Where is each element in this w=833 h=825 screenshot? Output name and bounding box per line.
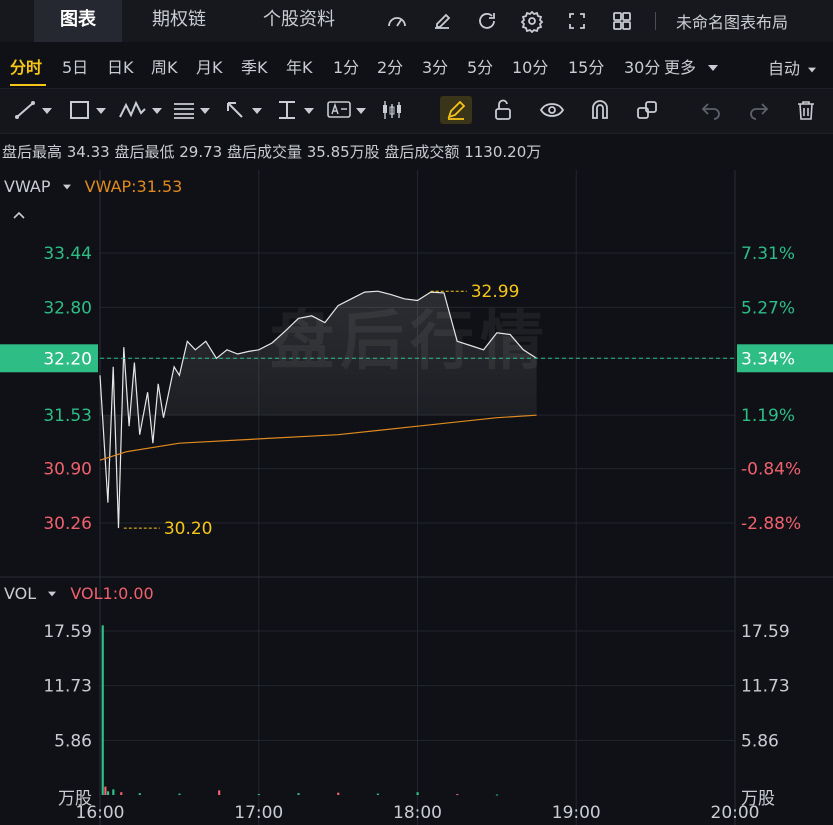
volume-tick-label-right: 11.73 (741, 677, 790, 697)
magnet-icon[interactable] (589, 96, 611, 124)
chart-app: 图表 期权链 个股资料 未命名图表布局 分时 5日 日K 周K 月K 季K 年K… (0, 0, 833, 825)
price-chart[interactable]: 32.99 30.20 33.44 32.80 32.20 31.53 30.90 30.26… (0, 170, 833, 825)
unlock-icon[interactable] (492, 96, 514, 124)
volume-indicator-name[interactable]: VOL (4, 584, 36, 603)
volume-bar (416, 792, 419, 795)
layout-selector[interactable]: 未命名图表布局 (676, 9, 788, 33)
period-day[interactable]: 日K (107, 54, 134, 78)
tab-option-chain[interactable]: 期权链 (134, 0, 224, 42)
measure-tool[interactable] (276, 96, 318, 124)
main-legend[interactable]: VWAP VWAP:31.53 (4, 177, 182, 196)
tab-chart[interactable]: 图表 (34, 0, 122, 42)
volume-bar (178, 793, 181, 795)
grid-layout-icon[interactable] (610, 9, 634, 33)
edit-icon[interactable] (430, 9, 454, 33)
gauge-icon[interactable] (385, 9, 409, 33)
time-tick-label: 19:00 (552, 803, 601, 823)
low-marker-label: 30.20 (164, 519, 213, 539)
volume-bar (120, 792, 123, 795)
volume-bar (297, 793, 300, 795)
period-year[interactable]: 年K (286, 54, 313, 78)
vwap-line (99, 414, 537, 461)
fibonacci-tool[interactable] (172, 96, 214, 124)
price-tick-label: 30.90 (43, 460, 92, 480)
period-5d[interactable]: 5日 (62, 54, 88, 78)
main-indicator-name[interactable]: VWAP (4, 177, 50, 196)
trendline-tool[interactable] (14, 96, 56, 124)
arrow-tool[interactable] (224, 96, 266, 124)
pattern-tool[interactable] (118, 96, 166, 124)
volume-bar (106, 791, 110, 795)
chart-grid (0, 170, 833, 825)
period-15min[interactable]: 15分 (568, 54, 604, 78)
pct-tick-label: 1.19% (741, 406, 795, 426)
layers-icon[interactable] (636, 96, 658, 124)
volume-bar (218, 790, 221, 795)
redo-icon[interactable] (748, 96, 770, 124)
period-3min[interactable]: 3分 (422, 54, 448, 78)
volume-bar (104, 786, 107, 795)
pct-tick-label: -0.84% (741, 460, 801, 480)
volume-tick-label-right: 17.59 (741, 622, 790, 642)
price-tick-label: 30.26 (43, 514, 92, 534)
fullscreen-icon[interactable] (565, 9, 589, 33)
pct-tick-label: 7.31% (741, 244, 795, 264)
layout-separator (655, 12, 656, 30)
after-hours-stats: 盘后最高 34.33 盘后最低 29.73 盘后成交量 35.85万股 盘后成交… (2, 143, 542, 161)
volume-bar (456, 794, 459, 796)
time-tick-label: 20:00 (711, 803, 760, 823)
text-tool[interactable] (326, 96, 370, 124)
volume-bar (337, 792, 340, 795)
period-quarter[interactable]: 季K (241, 54, 268, 78)
volume-bar (495, 794, 499, 796)
period-1min[interactable]: 1分 (333, 54, 359, 78)
price-tick-label: 31.53 (43, 406, 92, 426)
refresh-icon[interactable] (475, 9, 499, 33)
trash-icon[interactable] (795, 96, 817, 124)
active-period-underline (10, 84, 46, 86)
volume-bar (376, 793, 380, 795)
period-month[interactable]: 月K (196, 54, 223, 78)
pct-tick-label: 5.27% (741, 298, 795, 318)
volume-tick-label-right: 5.86 (741, 731, 779, 751)
volume-bar (257, 794, 260, 796)
volume-bar (101, 625, 104, 795)
price-tick-label: 32.20 (43, 349, 92, 369)
price-tick-label: 32.80 (43, 298, 92, 318)
volume-value-label: VOL1:0.00 (70, 584, 154, 603)
top-tab-bar: 图表 期权链 个股资料 未命名图表布局 (0, 0, 833, 43)
tab-stock-profile[interactable]: 个股资料 (244, 0, 354, 42)
rectangle-tool[interactable] (68, 96, 110, 124)
volume-bar (112, 789, 115, 795)
high-marker-label: 32.99 (471, 282, 520, 302)
volume-tick-label: 17.59 (43, 622, 92, 642)
period-5min[interactable]: 5分 (467, 54, 493, 78)
candle-tool[interactable] (380, 96, 404, 124)
volume-tick-label: 5.86 (54, 731, 92, 751)
auto-scale-button[interactable]: 自动 (768, 55, 817, 79)
period-timeshare[interactable]: 分时 (10, 54, 42, 78)
time-tick-label: 18:00 (393, 803, 442, 823)
chevron-down-icon[interactable] (707, 58, 719, 77)
period-week[interactable]: 周K (151, 54, 178, 78)
period-30min[interactable]: 30分 (624, 54, 660, 78)
time-tick-label: 17:00 (234, 803, 283, 823)
period-more[interactable]: 更多 (664, 54, 696, 78)
time-tick-label: 16:00 (76, 803, 125, 823)
pct-tick-label: -2.88% (741, 514, 801, 534)
period-2min[interactable]: 2分 (377, 54, 403, 78)
auto-scale-label: 自动 (768, 59, 801, 78)
pct-tick-label: 3.34% (741, 349, 795, 369)
gear-icon[interactable] (520, 9, 544, 34)
period-10min[interactable]: 10分 (512, 54, 548, 78)
volume-bar (138, 793, 141, 795)
eye-icon[interactable] (540, 96, 564, 124)
pen-icon[interactable] (440, 96, 472, 124)
undo-icon[interactable] (700, 96, 722, 124)
price-tick-label: 33.44 (43, 244, 92, 264)
volume-tick-label: 11.73 (43, 677, 92, 697)
collapse-chevron-icon[interactable] (12, 205, 26, 224)
volume-legend[interactable]: VOL VOL1:0.00 (4, 584, 154, 603)
vwap-value-label: VWAP:31.53 (84, 177, 183, 196)
